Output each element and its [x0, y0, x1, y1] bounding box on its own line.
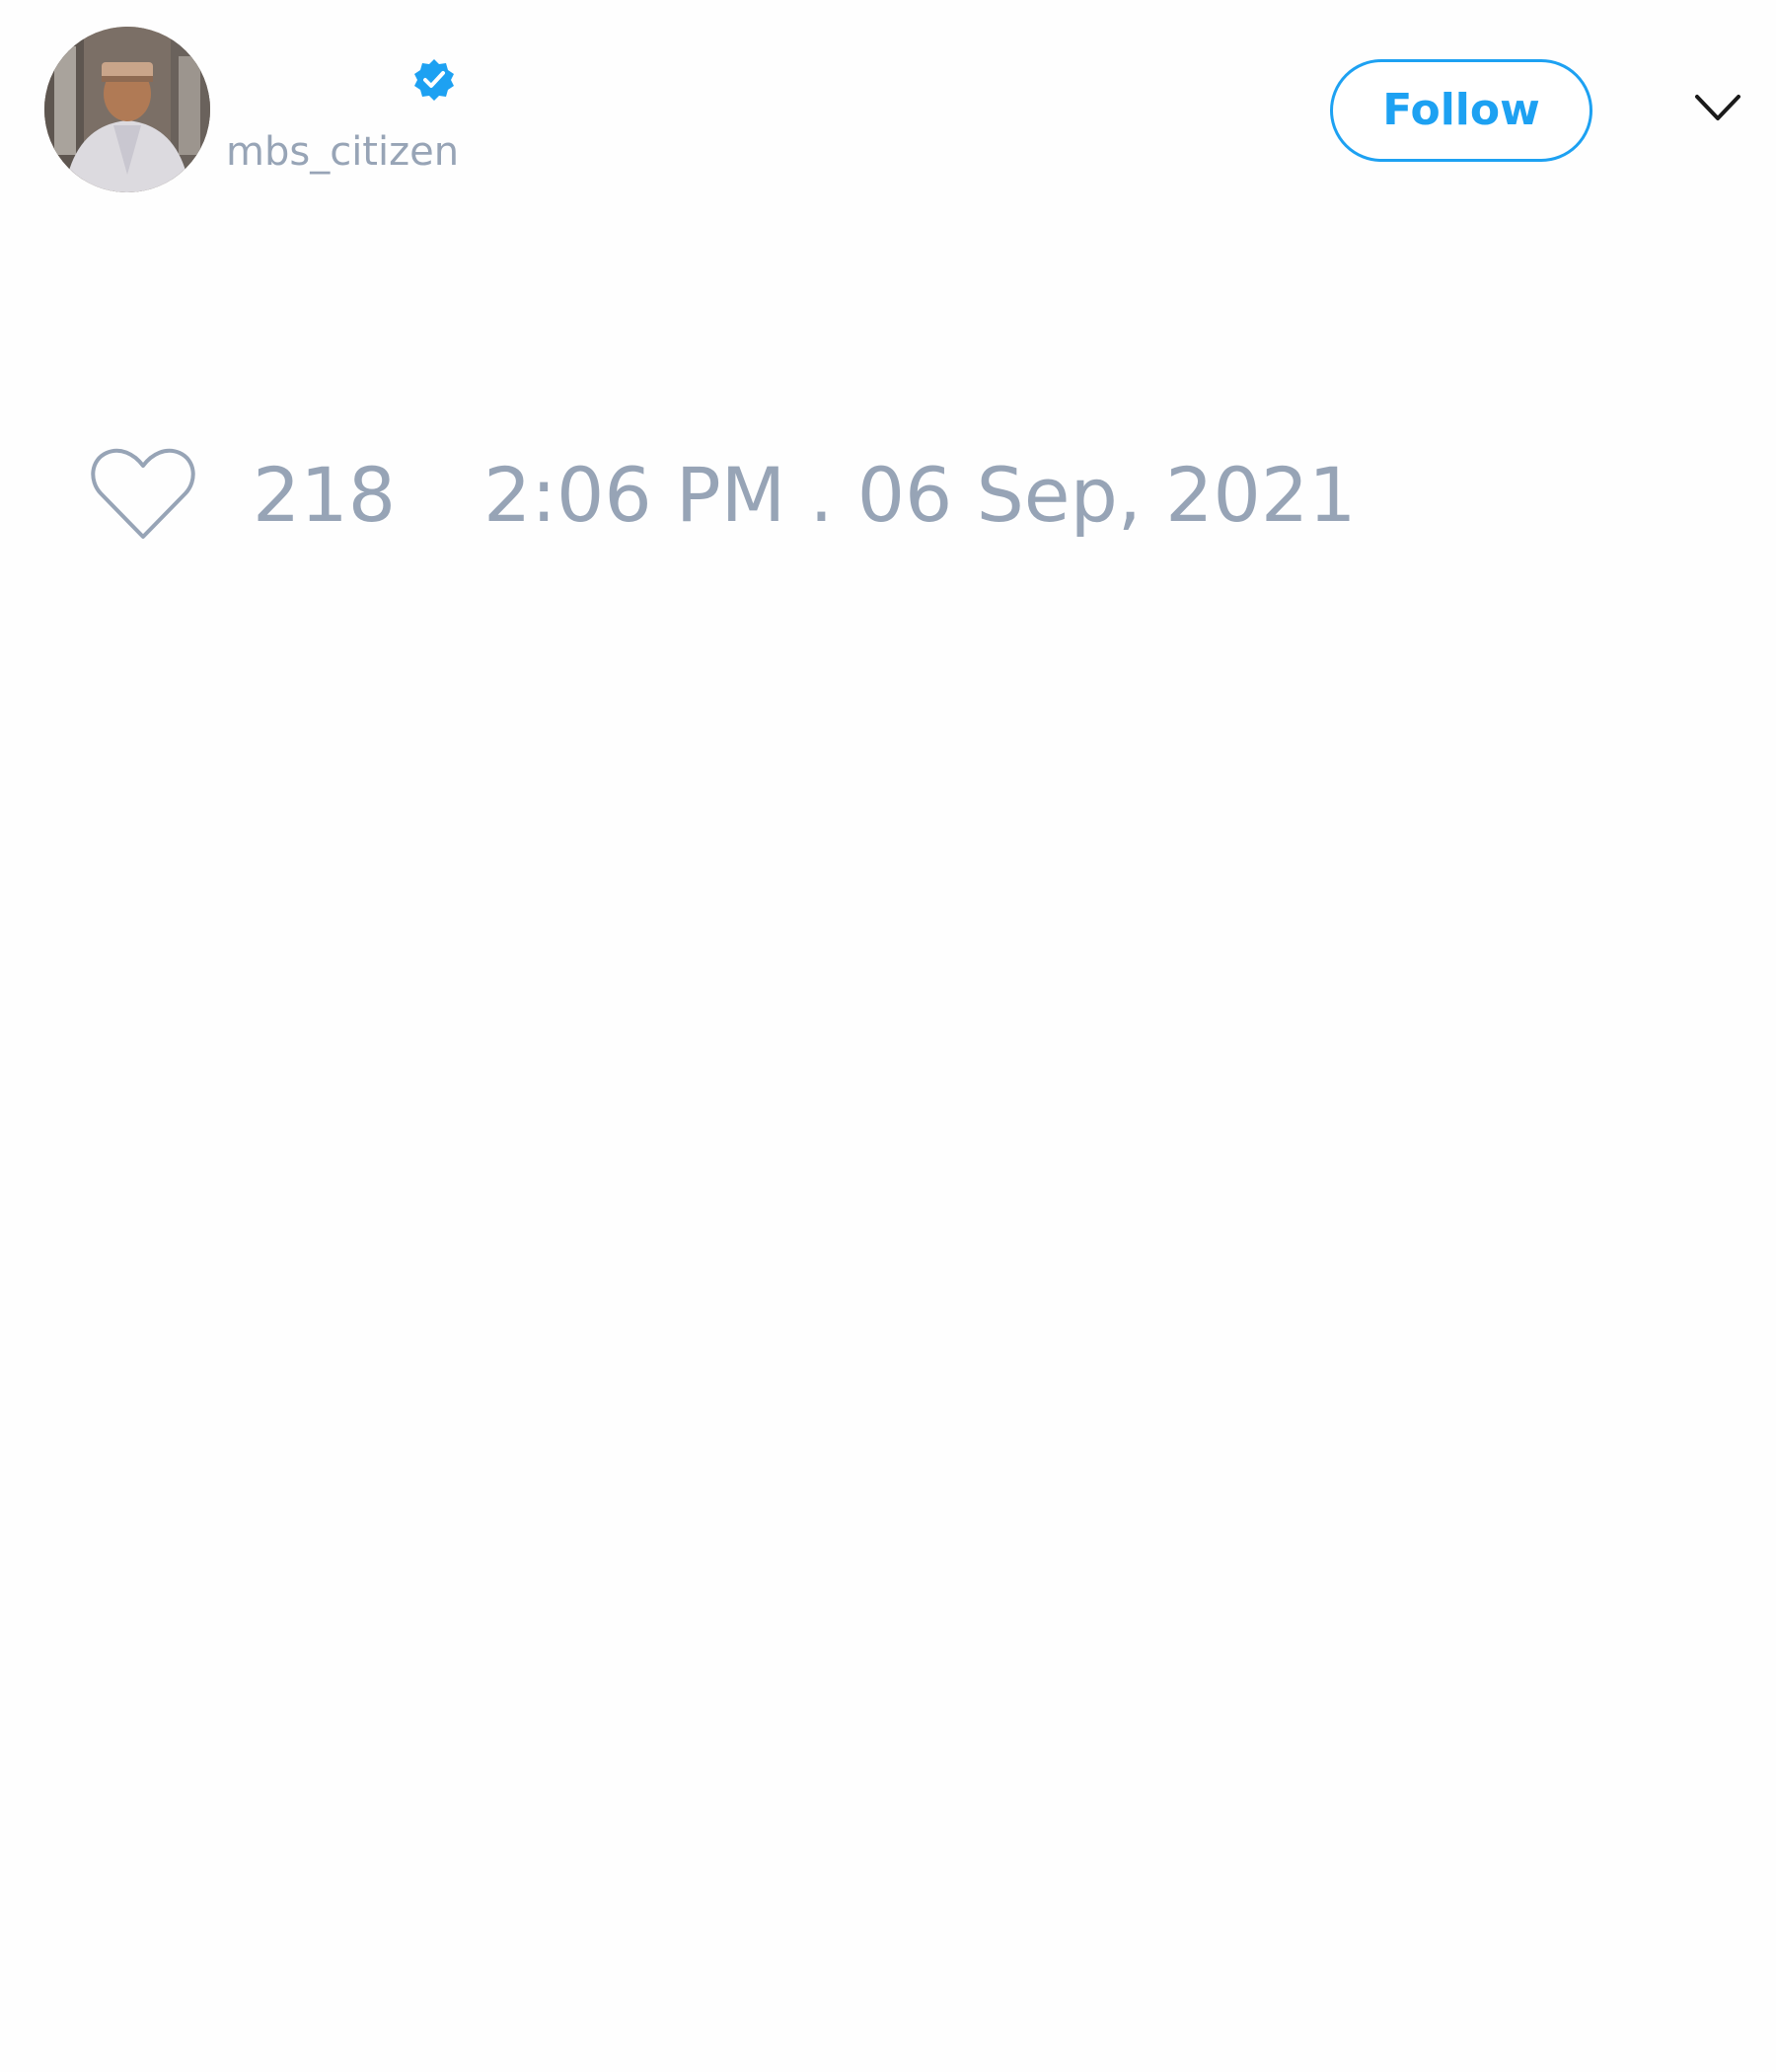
heart-outline-icon[interactable]: [89, 446, 197, 545]
author-handle[interactable]: mbs_citizen: [226, 126, 459, 178]
tweet-header: mbs_citizen Follow: [0, 0, 1776, 217]
follow-button[interactable]: Follow: [1330, 59, 1592, 162]
tweet-timestamp[interactable]: 2:06 PM . 06 Sep, 2021: [483, 452, 1357, 539]
avatar-photo: [44, 27, 210, 192]
author-avatar[interactable]: [44, 27, 210, 192]
chevron-down-icon[interactable]: [1693, 91, 1742, 126]
tweet-footer: 218 2:06 PM . 06 Sep, 2021: [0, 434, 1776, 553]
like-count: 218: [253, 451, 397, 539]
verified-badge-icon: [414, 59, 454, 101]
